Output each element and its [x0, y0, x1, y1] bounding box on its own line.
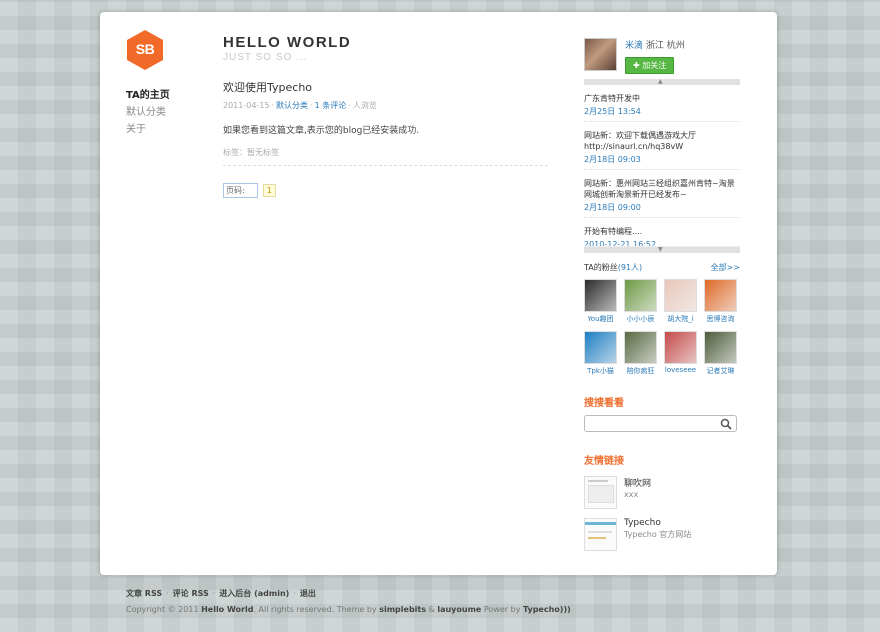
fan-avatar[interactable] — [704, 331, 737, 364]
feed-item: 广东肯特开发中 2月25日 13:54 — [584, 85, 740, 122]
fan-name[interactable]: 思博咨询 — [704, 314, 737, 324]
fan-item[interactable]: 小小小辰 — [624, 279, 657, 324]
nav-item-about[interactable]: 关于 — [126, 121, 196, 138]
pager: 页码: 1 — [223, 183, 548, 198]
fan-avatar[interactable] — [584, 279, 617, 312]
post-title[interactable]: 欢迎使用Typecho — [223, 79, 548, 95]
fan-item[interactable]: 记者艾琳 — [704, 331, 737, 376]
fan-item[interactable]: loveseee — [664, 331, 697, 376]
fans-grid: You趣团 小小小辰 胡大院_i 思博咨询 Tpk小猫 陪你疯狂 loveseee 记者艾琳 — [584, 279, 740, 376]
content-card: SB TA的主页 默认分类 关于 HELLO WORLD JUST SO SO … — [100, 12, 777, 575]
profile-location: 浙江 杭州 — [645, 41, 685, 51]
feed-item: 网站新：欢迎下载偶遇游戏大厅 http://sinaurl.cn/hq38vW … — [584, 122, 740, 170]
footer: 文章 RSS · 评论 RSS · 进入后台 (admin) · 退出 Copyright … — [126, 588, 571, 614]
post-views: 人浏览 — [352, 101, 377, 110]
site-title[interactable]: HELLO WORLD — [223, 34, 548, 51]
profile-box: 米滴 浙江 杭州 ✚ 加关注 — [584, 38, 740, 74]
fan-name[interactable]: You趣团 — [584, 314, 617, 324]
search-section: 搜搜看看 — [584, 394, 740, 436]
link-thumbnail — [584, 518, 617, 551]
avatar[interactable] — [584, 38, 617, 71]
feed-item: 开始有特编程.... 2010-12-21 16:52 — [584, 218, 740, 246]
fan-item[interactable]: 胡大院_i — [664, 279, 697, 324]
feed-time[interactable]: 2月18日 09:03 — [584, 154, 740, 165]
feed-text: 网站新：惠州网站三经组织嘉州肯特~淘景网城创新淘景新开已经发布~ — [584, 179, 735, 199]
main-column: HELLO WORLD JUST SO SO ... 欢迎使用Typecho 2… — [223, 34, 548, 198]
footer-link-admin[interactable]: 进入后台 (admin) — [219, 589, 289, 598]
footer-site-link[interactable]: Hello World — [201, 605, 253, 614]
fan-item[interactable]: You趣团 — [584, 279, 617, 324]
search-input[interactable] — [585, 420, 715, 436]
fan-name[interactable]: 陪你疯狂 — [624, 366, 657, 376]
search-icon[interactable] — [720, 418, 732, 430]
chevron-up-icon: ▲ — [658, 78, 663, 85]
footer-typecho-link[interactable]: Typecho))) — [523, 605, 571, 614]
site-subtitle: JUST SO SO ... — [223, 52, 308, 63]
feed-text: 开始有特编程.... — [584, 227, 643, 236]
footer-theme-author-1[interactable]: simplebits — [379, 605, 426, 614]
nav-item-home[interactable]: TA的主页 — [126, 87, 196, 104]
search-title: 搜搜看看 — [584, 398, 624, 409]
fan-item[interactable]: 思博咨询 — [704, 279, 737, 324]
link-name[interactable]: 聊吹网 — [624, 476, 651, 489]
post-meta: 2011-04-15 · 默认分类 · 1 条评论 · 人浏览 — [223, 101, 377, 110]
feed-text: 网站新：欢迎下载偶遇游戏大厅 http://sinaurl.cn/hq38vW — [584, 131, 696, 151]
feed-scroll-up[interactable]: ▲ — [584, 79, 740, 85]
fan-item[interactable]: Tpk小猫 — [584, 331, 617, 376]
fan-avatar[interactable] — [664, 279, 697, 312]
fan-name[interactable]: 记者艾琳 — [704, 366, 737, 376]
post-body: 如果您看到这篇文章,表示您的blog已经安装成功. — [223, 126, 420, 136]
fan-avatar[interactable] — [624, 279, 657, 312]
sidebar: 米滴 浙江 杭州 ✚ 加关注 ▲ 广东肯特开发中 2月25日 13:54 网站新… — [584, 38, 740, 551]
side-nav: TA的主页 默认分类 关于 — [126, 87, 196, 138]
footer-links: 文章 RSS · 评论 RSS · 进入后台 (admin) · 退出 — [126, 589, 316, 598]
logo-text: SB — [135, 41, 155, 57]
fan-avatar[interactable] — [664, 331, 697, 364]
feed-time[interactable]: 2月18日 09:00 — [584, 202, 740, 213]
post-tags: 标签：暂无标签 — [223, 147, 548, 166]
fan-name[interactable]: Tpk小猫 — [584, 366, 617, 376]
links-section: 友情链接 聊吹网 xxx Typecho Typecho 官方网站 — [584, 452, 740, 551]
pager-label: 页码: — [223, 183, 258, 198]
feed-item: 网站新：惠州网站三经组织嘉州肯特~淘景网城创新淘景新开已经发布~ 2月18日 0… — [584, 170, 740, 218]
fan-name[interactable]: 胡大院_i — [664, 314, 697, 324]
post-category-link[interactable]: 默认分类 — [276, 101, 308, 110]
feed-text: 广东肯特开发中 — [584, 94, 640, 103]
site-logo[interactable]: SB — [126, 29, 164, 71]
fans-header: TA的粉丝(91人) 全部>> — [584, 262, 740, 273]
copyright: Copyright © 2011 Hello World. All rights… — [126, 605, 571, 614]
nav-item-default-category[interactable]: 默认分类 — [126, 104, 196, 121]
fan-item[interactable]: 陪你疯狂 — [624, 331, 657, 376]
fan-name[interactable]: 小小小辰 — [624, 314, 657, 324]
link-thumbnail — [584, 476, 617, 509]
fans-label: TA的粉丝 — [584, 263, 618, 272]
footer-link-comments-rss[interactable]: 评论 RSS — [173, 589, 209, 598]
link-name[interactable]: Typecho — [624, 518, 691, 528]
fan-avatar[interactable] — [624, 331, 657, 364]
links-title: 友情链接 — [584, 456, 624, 467]
fans-count: (91人) — [617, 263, 643, 272]
weibo-feed[interactable]: 广东肯特开发中 2月25日 13:54 网站新：欢迎下载偶遇游戏大厅 http:… — [584, 85, 740, 247]
footer-link-logout[interactable]: 退出 — [300, 589, 316, 598]
pager-page-1[interactable]: 1 — [262, 184, 276, 197]
friend-link[interactable]: 聊吹网 xxx — [584, 476, 740, 509]
profile-name[interactable]: 米滴 — [625, 41, 643, 51]
fan-name[interactable]: loveseee — [664, 366, 697, 374]
follow-button[interactable]: ✚ 加关注 — [625, 57, 675, 74]
fans-all-link[interactable]: 全部>> — [711, 262, 740, 273]
footer-theme-author-2[interactable]: lauyoume — [437, 605, 481, 614]
search-box — [584, 415, 737, 436]
feed-scroll-down[interactable]: ▼ — [584, 247, 740, 253]
link-desc: Typecho 官方网站 — [624, 530, 692, 539]
feed-time[interactable]: 2月25日 13:54 — [584, 106, 740, 117]
footer-link-posts-rss[interactable]: 文章 RSS — [126, 589, 162, 598]
fan-avatar[interactable] — [704, 279, 737, 312]
post-comments-link[interactable]: 1 条评论 — [315, 101, 347, 110]
chevron-down-icon: ▼ — [658, 246, 663, 253]
friend-link[interactable]: Typecho Typecho 官方网站 — [584, 518, 740, 551]
link-desc: xxx — [624, 490, 639, 499]
post-date: 2011-04-15 — [223, 101, 270, 110]
fan-avatar[interactable] — [584, 331, 617, 364]
